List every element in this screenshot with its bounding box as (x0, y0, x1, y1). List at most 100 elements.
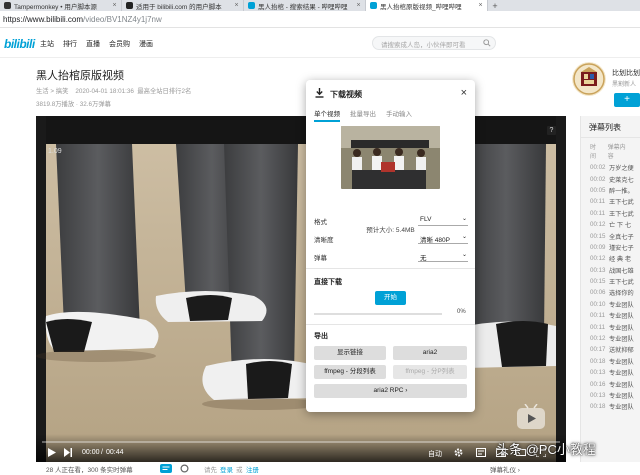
danmaku-time: 00:11 (590, 198, 606, 206)
danmaku-select[interactable]: 无 ⌄ (418, 250, 468, 262)
format-select[interactable]: FLV ⌄ (418, 214, 468, 226)
danmaku-list-item[interactable]: 00:11 专业团队 (581, 310, 640, 321)
download-percent: 0% (457, 309, 466, 315)
danmaku-list-item[interactable]: 00:05 醉一推。 (581, 185, 640, 196)
video-progress-bar[interactable] (42, 441, 560, 443)
nav-item-manga[interactable]: 漫画 (139, 39, 153, 49)
address-bar[interactable]: https://www.bilibili.com/video/BV1NZ4y1j… (0, 11, 640, 28)
danmaku-rows: 00:02 万岁之便 00:02 史莱克七 00:05 醉一推。 00:11 王下七武 00:1… (581, 162, 640, 413)
danmaku-time: 00:13 (590, 266, 606, 274)
danmaku-content: 醉一推。 (609, 187, 634, 195)
danmaku-list-item[interactable]: 00:13 战国七雄 (581, 265, 640, 276)
aria2-rpc-button[interactable]: aria2 RPC › (314, 384, 467, 398)
danmaku-list-item[interactable]: 00:02 史莱克七 (581, 173, 640, 184)
danmaku-time: 00:15 (590, 232, 606, 240)
ffmpeg-segments-button[interactable]: ffmpeg - 分段列表 (314, 365, 386, 379)
video-player[interactable]: 1.09 ? 00:00 / 00:44 自动 (36, 116, 566, 462)
danmaku-count: 32.6万弹幕 (79, 101, 111, 108)
col-time[interactable]: 时间 (590, 142, 602, 160)
danmaku-list-item[interactable]: 00:11 王下七武 (581, 196, 640, 207)
danmaku-switch-icon[interactable] (160, 464, 172, 473)
danmaku-list-item[interactable]: 00:12 亡 下 七 (581, 219, 640, 230)
danmaku-list-item[interactable]: 00:13 专业团队 (581, 367, 640, 378)
dialog-title: 下载视频 (330, 90, 362, 99)
danmaku-time: 00:13 (590, 369, 606, 377)
ffmpeg-parts-button[interactable]: ffmpeg - 分P列表 (393, 365, 467, 379)
aria2-button[interactable]: aria2 (393, 346, 467, 360)
register-link[interactable]: 注册 (246, 464, 259, 474)
danmaku-etiquette-link[interactable]: 弹幕礼仪 › (490, 464, 520, 474)
danmaku-list-item[interactable]: 00:15 全真七子 (581, 230, 640, 241)
bilibili-favicon-icon (248, 2, 255, 9)
danmaku-time: 00:11 (590, 209, 606, 217)
settings-gear-icon[interactable] (454, 448, 463, 457)
danmaku-list-item[interactable]: 00:10 专业团队 (581, 299, 640, 310)
avatar-image (572, 62, 606, 96)
danmaku-list-item[interactable]: 00:13 专业团队 (581, 390, 640, 401)
uploader-avatar[interactable] (572, 62, 606, 96)
play-icon[interactable] (48, 448, 56, 457)
danmaku-content: 专业团队 (609, 404, 634, 412)
close-tab-icon[interactable]: × (111, 2, 118, 9)
tab-label: 黑人抬棺原版视频_哔哩哔哩 (380, 3, 462, 11)
browser-tab-tampermonkey[interactable]: Tampermonkey • 用户脚本源 × (0, 0, 122, 11)
nav-item-live[interactable]: 直播 (86, 39, 100, 49)
danmaku-list-item[interactable]: 00:02 万岁之便 (581, 162, 640, 173)
danmaku-content: 专业团队 (609, 370, 634, 378)
nav-item-main[interactable]: 主站 (40, 39, 54, 49)
video-rank[interactable]: 最高全站日排行2名 (137, 88, 191, 95)
search-input[interactable]: 请搜索成人岛，小伙伴即可看 (372, 36, 496, 50)
danmaku-list-item[interactable]: 00:18 专业团队 (581, 401, 640, 412)
danmaku-time: 00:18 (590, 357, 606, 365)
danmaku-list-item[interactable]: 00:09 瑾安七子 (581, 242, 640, 253)
uploader-name[interactable]: 比划比划 (612, 68, 640, 78)
follow-button[interactable]: + (614, 93, 640, 107)
danmaku-list-item[interactable]: 00:12 专业团队 (581, 333, 640, 344)
quality-selector[interactable]: 自动 (428, 449, 442, 459)
tab-manual-input[interactable]: 手动输入 (386, 108, 412, 122)
browser-tab-search[interactable]: 黑人抬棺 - 搜索结果 - 哔哩哔哩 × (244, 0, 366, 11)
danmaku-list-item[interactable]: 00:15 王下七武 (581, 276, 640, 287)
browser-tab-video[interactable]: 黑人抬棺原版视频_哔哩哔哩 × (366, 0, 488, 11)
danmaku-settings-icon[interactable] (180, 464, 189, 473)
danmaku-list-item[interactable]: 00:18 专业团队 (581, 356, 640, 367)
video-category[interactable]: 生活 > 搞笑 (36, 88, 68, 95)
col-content[interactable]: 弹幕内容 (608, 142, 631, 160)
close-tab-icon[interactable]: × (233, 2, 240, 9)
danmaku-time: 00:13 (590, 392, 606, 399)
danmaku-content: 专业团队 (609, 336, 634, 344)
login-link[interactable]: 登录 (220, 464, 233, 474)
danmaku-content: 选择你的 (609, 290, 634, 298)
export-title: 导出 (314, 333, 328, 340)
danmaku-list-item[interactable]: 00:17 送就抑郁 (581, 344, 640, 355)
search-icon[interactable] (483, 39, 491, 47)
show-links-button[interactable]: 显示链接 (314, 346, 386, 360)
browser-tab-userscripts[interactable]: 适用于 bilibili.com 的用户脚本 × (122, 0, 244, 11)
danmaku-list-item[interactable]: 00:16 专业团队 (581, 378, 640, 389)
close-tab-icon[interactable]: × (355, 2, 362, 9)
start-download-button[interactable]: 开始 (375, 291, 406, 305)
quality-select[interactable]: 清晰 480P ⌄ (418, 232, 468, 244)
danmaku-content: 全真七子 (609, 233, 634, 241)
play-count: 3819.8万播放 (36, 101, 75, 108)
bilibili-logo[interactable]: bilibili (4, 37, 35, 51)
close-icon[interactable]: × (461, 87, 467, 99)
divider (306, 268, 475, 269)
new-tab-button[interactable]: + (488, 0, 502, 11)
danmaku-list-item[interactable]: 00:11 专业团队 (581, 321, 640, 332)
playback-speed: 1.09 (48, 148, 62, 155)
danmaku-list-item[interactable]: 00:12 经 典 老 (581, 253, 640, 264)
next-icon[interactable] (64, 448, 72, 457)
tab-batch-export[interactable]: 批量导出 (350, 108, 376, 122)
tampermonkey-icon (4, 2, 11, 9)
help-icon[interactable]: ? (547, 126, 556, 135)
danmaku-panel-title[interactable]: 弹幕列表 (581, 116, 640, 138)
nav-item-ranking[interactable]: 排行 (63, 39, 77, 49)
close-tab-icon[interactable]: × (477, 2, 484, 9)
nav-item-mall[interactable]: 会员购 (109, 39, 130, 49)
danmaku-list-item[interactable]: 00:11 王下七武 (581, 208, 640, 219)
danmaku-time: 00:02 (590, 175, 606, 183)
danmaku-list-item[interactable]: 00:06 选择你的 (581, 287, 640, 298)
tab-single-video[interactable]: 单个视频 (314, 108, 340, 122)
danmaku-toggle-icon[interactable] (476, 448, 486, 457)
